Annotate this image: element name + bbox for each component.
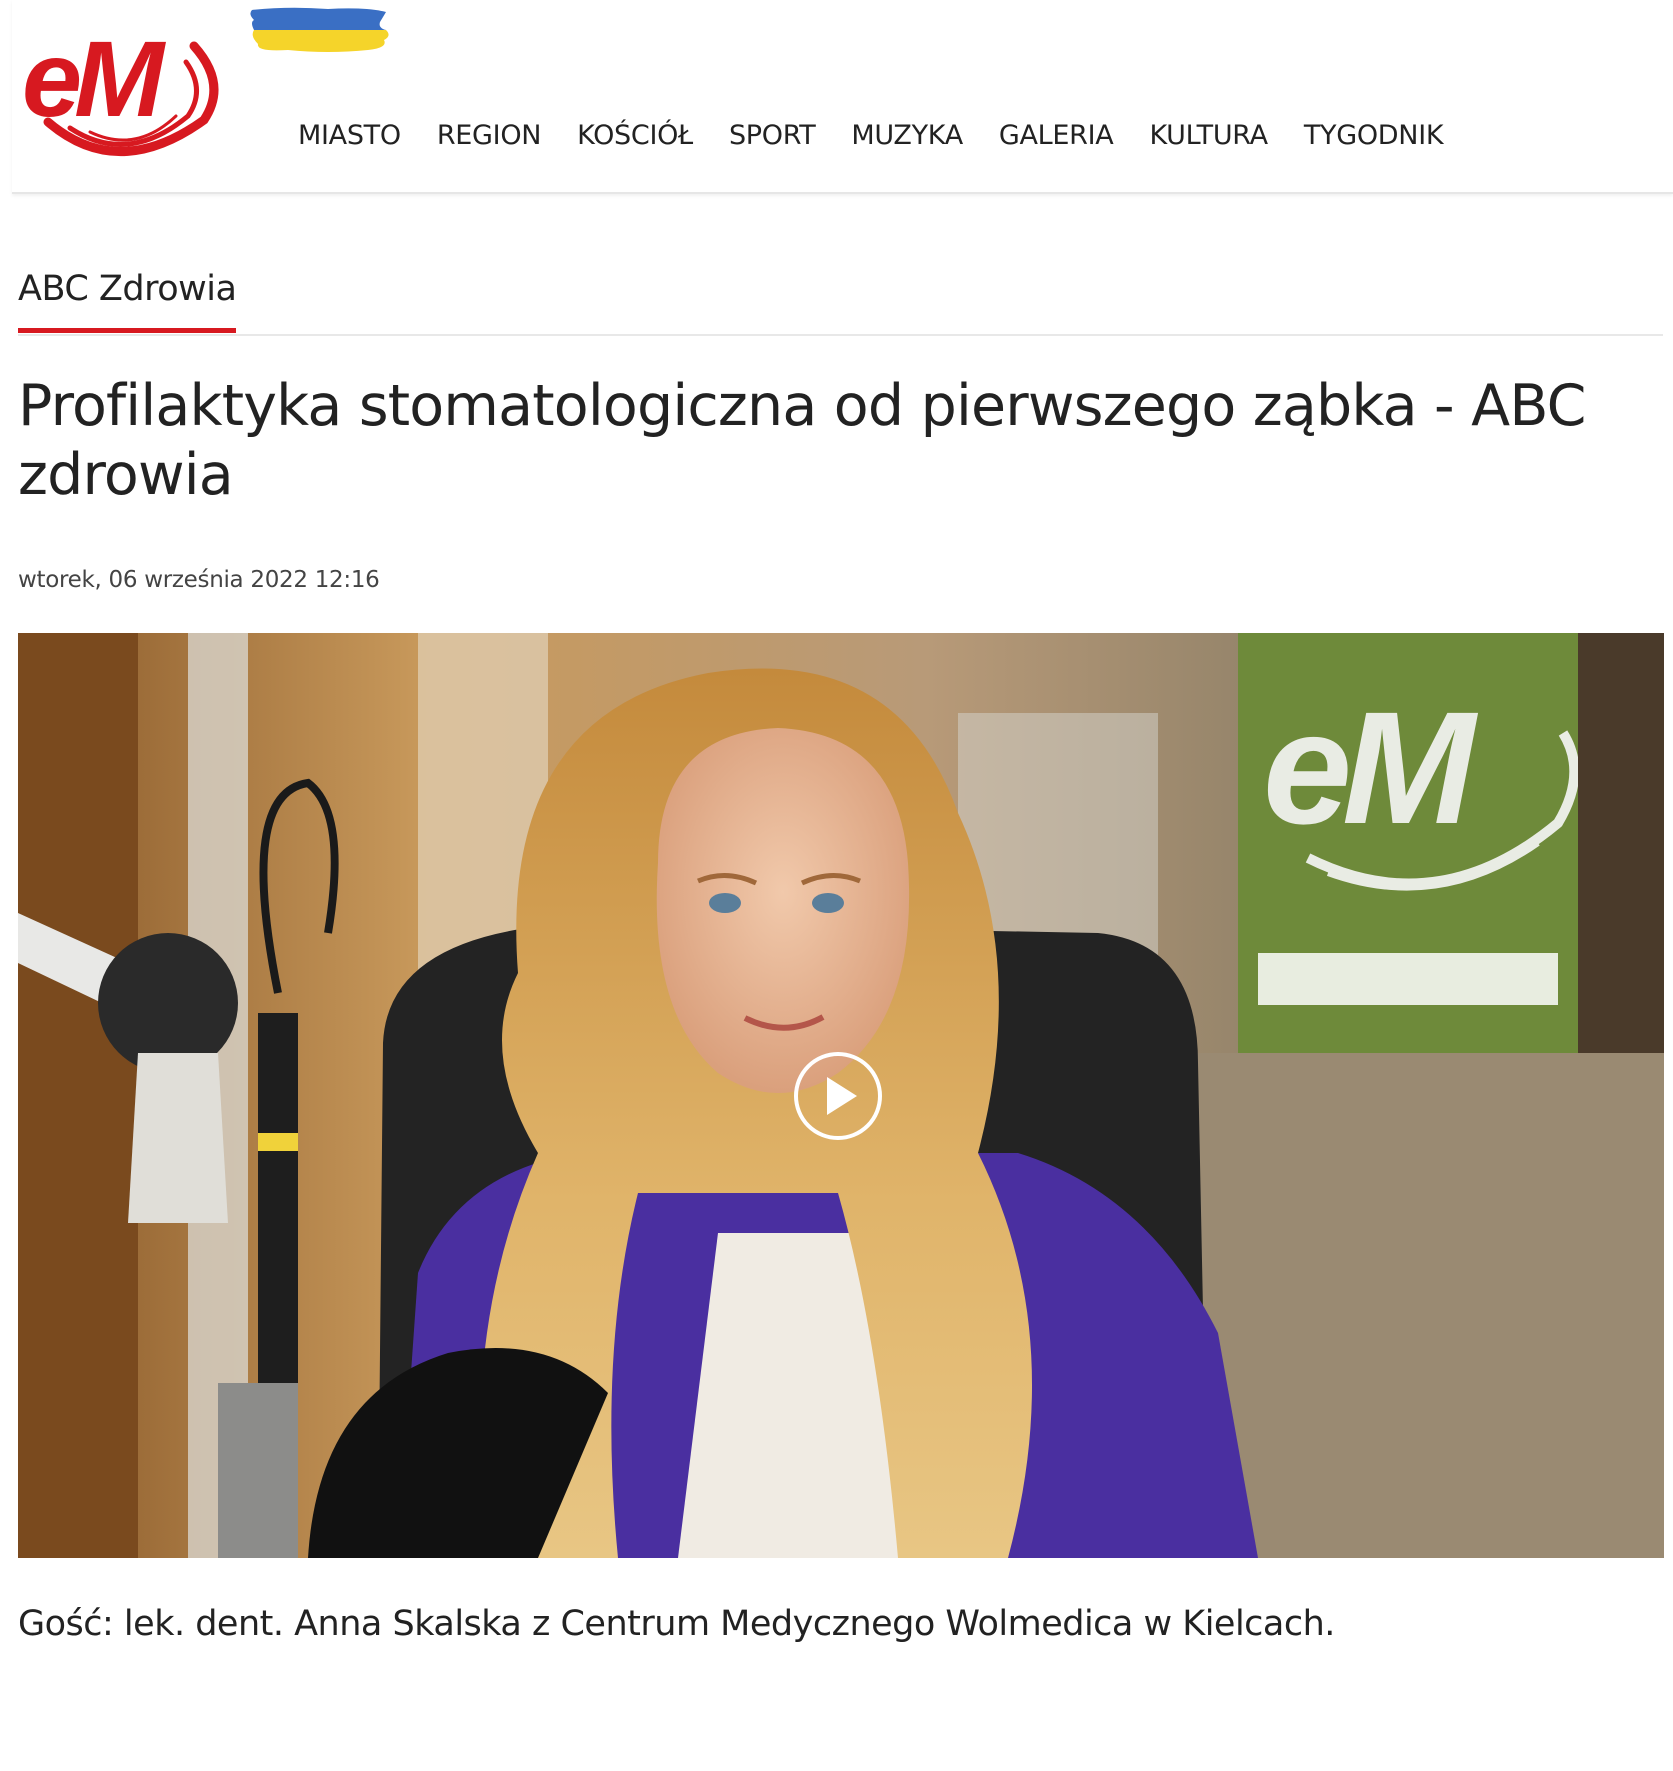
- page: eM MIASTO REGION KOŚCIÓŁ SPORT MUZYKA GA…: [0, 0, 1673, 1771]
- section-title[interactable]: ABC Zdrowia: [18, 268, 237, 333]
- play-icon[interactable]: [793, 1051, 883, 1141]
- site-header: eM MIASTO REGION KOŚCIÓŁ SPORT MUZYKA GA…: [12, 0, 1673, 194]
- svg-text:eM: eM: [22, 18, 166, 139]
- nav-item-galeria[interactable]: GALERIA: [999, 120, 1114, 151]
- nav-item-muzyka[interactable]: MUZYKA: [851, 120, 963, 151]
- article-caption: Gość: lek. dent. Anna Skalska z Centrum …: [18, 1604, 1335, 1644]
- nav-item-kosciol[interactable]: KOŚCIÓŁ: [577, 120, 693, 151]
- nav-item-sport[interactable]: SPORT: [729, 120, 816, 151]
- main-nav: MIASTO REGION KOŚCIÓŁ SPORT MUZYKA GALER…: [298, 120, 1479, 151]
- article-date: wtorek, 06 września 2022 12:16: [18, 567, 380, 593]
- nav-item-tygodnik[interactable]: TYGODNIK: [1304, 120, 1444, 151]
- nav-item-kultura[interactable]: KULTURA: [1149, 120, 1268, 151]
- article-title: Profilaktyka stomatologiczna od pierwsze…: [18, 373, 1586, 508]
- nav-item-miasto[interactable]: MIASTO: [298, 120, 401, 151]
- video-player[interactable]: eM: [18, 633, 1664, 1558]
- section-header: ABC Zdrowia: [18, 268, 1663, 336]
- ukraine-flag-icon: [250, 7, 389, 52]
- nav-item-region[interactable]: REGION: [437, 120, 542, 151]
- svg-text:eM: eM: [1263, 678, 1479, 857]
